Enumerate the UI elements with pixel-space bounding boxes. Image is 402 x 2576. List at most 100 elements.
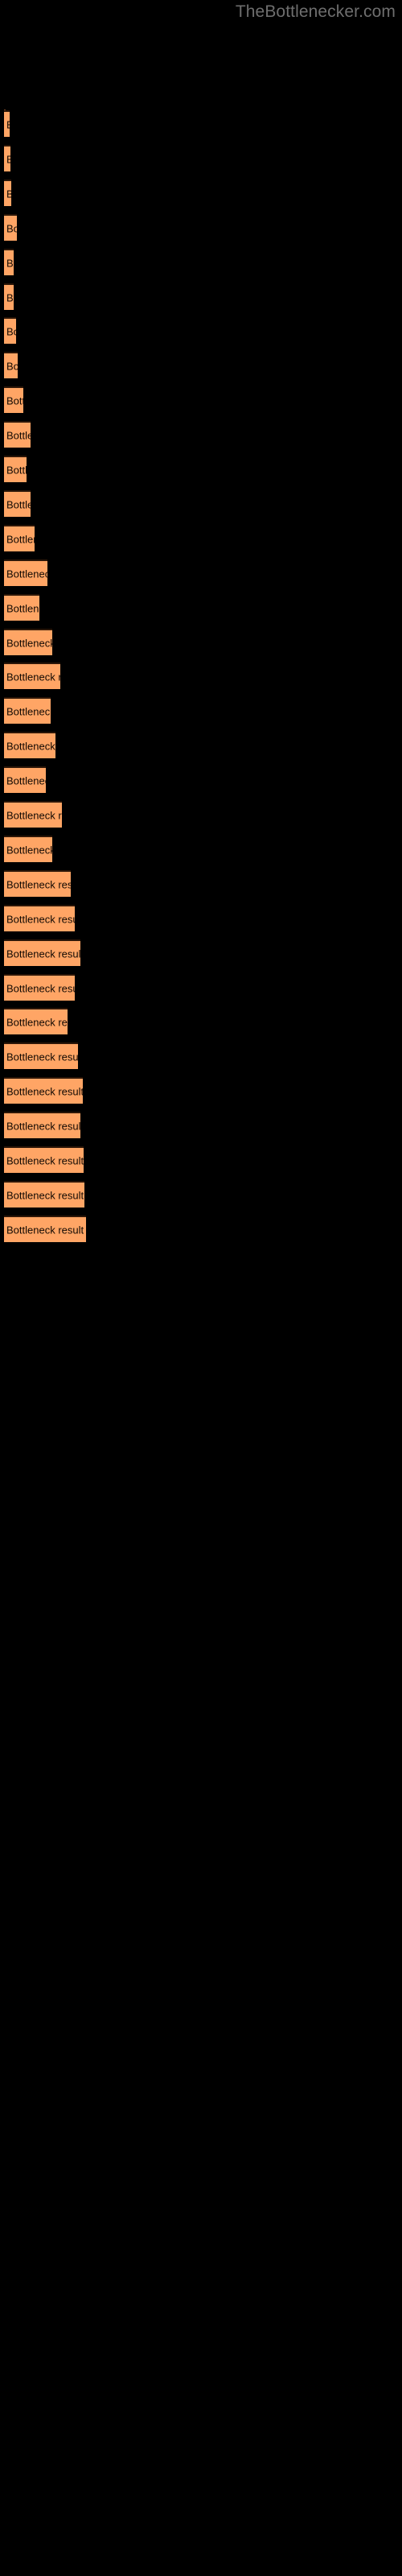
bar[interactable]: Bottleneck result bbox=[4, 559, 47, 586]
bar-label: Bottleneck result bbox=[6, 1189, 84, 1201]
bar[interactable]: Bottleneck result bbox=[4, 801, 62, 828]
bar-row: Bottleneck result bbox=[0, 525, 402, 551]
bar-row: Bottleneck result bbox=[0, 801, 402, 828]
bar-row: Bottleneck result bbox=[0, 180, 402, 206]
bar-row: Bottleneck result bbox=[0, 766, 402, 793]
bar-label: Bottleneck result bbox=[6, 257, 14, 269]
bar-label: Bottleneck result bbox=[6, 947, 80, 960]
bar[interactable]: Bottleneck result bbox=[4, 110, 10, 137]
bar[interactable]: Bottleneck result bbox=[4, 490, 31, 517]
bar[interactable]: Bottleneck result bbox=[4, 456, 27, 482]
bar-row: Bottleneck result bbox=[0, 629, 402, 655]
bar-row: Bottleneck result bbox=[0, 559, 402, 586]
bar[interactable]: Bottleneck result bbox=[4, 317, 16, 344]
bar-label: Bottleneck result bbox=[6, 1120, 80, 1132]
bar-label: Bottleneck result bbox=[6, 360, 18, 372]
bar[interactable]: Bottleneck result bbox=[4, 939, 80, 966]
bar-label: Bottleneck result bbox=[6, 809, 62, 821]
bar-label: Bottleneck result bbox=[6, 705, 51, 717]
bar[interactable]: Bottleneck result bbox=[4, 180, 11, 206]
bar-label: Bottleneck result bbox=[6, 740, 55, 752]
bar-row: Bottleneck result bbox=[0, 214, 402, 241]
bar[interactable]: Bottleneck result bbox=[4, 1181, 84, 1208]
bar-row: Bottleneck result bbox=[0, 110, 402, 137]
bar-label: Bottleneck result bbox=[6, 774, 46, 786]
bar-label: Bottleneck result bbox=[6, 1085, 83, 1097]
bar[interactable]: Bottleneck result bbox=[4, 870, 71, 897]
bar-row: Bottleneck result bbox=[0, 594, 402, 621]
bar-label: Bottleneck result bbox=[6, 982, 75, 994]
bar-row: Bottleneck result bbox=[0, 1042, 402, 1069]
bar-label: Bottleneck result bbox=[6, 671, 60, 683]
bar-row: Bottleneck result bbox=[0, 1181, 402, 1208]
bar-row: Bottleneck result bbox=[0, 836, 402, 862]
bar-row: Bottleneck result bbox=[0, 663, 402, 689]
bar-label: Bottleneck result bbox=[6, 498, 31, 510]
bar-label: Bottleneck result bbox=[6, 153, 10, 165]
bar[interactable]: Bottleneck result bbox=[4, 974, 75, 1001]
bar-label: Bottleneck result bbox=[6, 602, 39, 614]
bar[interactable]: Bottleneck result bbox=[4, 283, 14, 310]
bar-label: Bottleneck result bbox=[6, 637, 52, 649]
bottleneck-bar-chart: Bottleneck result Bottleneck result Bottle… bbox=[0, 0, 402, 2576]
bar-label: Bottleneck result bbox=[6, 1051, 78, 1063]
bar-label: Bottleneck result bbox=[6, 533, 35, 545]
bar-row: Bottleneck result bbox=[0, 1216, 402, 1242]
bar-row: Bottleneck result bbox=[0, 386, 402, 413]
bar[interactable]: Bottleneck result bbox=[4, 1042, 78, 1069]
bar[interactable]: Bottleneck result bbox=[4, 1112, 80, 1138]
bar-row: Bottleneck result bbox=[0, 974, 402, 1001]
bar-label: Bottleneck result bbox=[6, 222, 17, 234]
bar-row: Bottleneck result bbox=[0, 352, 402, 378]
bar-row: Bottleneck result bbox=[0, 697, 402, 724]
bar[interactable]: Bottleneck result bbox=[4, 836, 52, 862]
bar[interactable]: Bottleneck result bbox=[4, 525, 35, 551]
bar[interactable]: Bottleneck result bbox=[4, 697, 51, 724]
bar-label: Bottleneck result bbox=[6, 291, 14, 303]
bar[interactable]: Bottleneck result bbox=[4, 352, 18, 378]
bar-label: Bottleneck result bbox=[6, 325, 16, 337]
bar[interactable]: Bottleneck result bbox=[4, 214, 17, 241]
bar[interactable]: Bottleneck result bbox=[4, 249, 14, 275]
bar-label: Bottleneck result bbox=[6, 188, 11, 200]
bar-label: Bottleneck result bbox=[6, 1224, 84, 1236]
bar-label: Bottleneck result bbox=[6, 464, 27, 476]
bar-label: Bottleneck result bbox=[6, 568, 47, 580]
page-root: TheBottlenecker.com Bottleneck resultBot… bbox=[0, 0, 402, 2576]
bar[interactable]: Bottleneck result bbox=[4, 732, 55, 758]
bar[interactable]: Bottleneck result bbox=[4, 629, 52, 655]
bar-row: Bottleneck result bbox=[0, 732, 402, 758]
bar-row: Bottleneck result bbox=[0, 1112, 402, 1138]
bar[interactable]: Bottleneck result bbox=[4, 594, 39, 621]
bar[interactable]: Bottleneck result bbox=[4, 1216, 86, 1242]
bar-label: Bottleneck result bbox=[6, 118, 10, 130]
bar-label: Bottleneck result bbox=[6, 1154, 84, 1166]
bar-row: Bottleneck result bbox=[0, 490, 402, 517]
bar-row: Bottleneck result bbox=[0, 421, 402, 448]
bar-row: Bottleneck result bbox=[0, 317, 402, 344]
bar[interactable]: Bottleneck result bbox=[4, 386, 23, 413]
bar[interactable]: Bottleneck result bbox=[4, 766, 46, 793]
bar-label: Bottleneck result bbox=[6, 429, 31, 441]
bar-row: Bottleneck result bbox=[0, 456, 402, 482]
bar[interactable]: Bottleneck result bbox=[4, 1146, 84, 1173]
bar[interactable]: Bottleneck result bbox=[4, 1077, 83, 1104]
bar-row: Bottleneck result bbox=[0, 1008, 402, 1034]
bar[interactable]: Bottleneck result bbox=[4, 421, 31, 448]
bar-label: Bottleneck result bbox=[6, 913, 75, 925]
bar-row: Bottleneck result bbox=[0, 939, 402, 966]
bar-row: Bottleneck result bbox=[0, 249, 402, 275]
bar-label: Bottleneck result bbox=[6, 844, 52, 856]
bar-row: Bottleneck result bbox=[0, 870, 402, 897]
bar-label: Bottleneck result bbox=[6, 1016, 68, 1028]
bar[interactable]: Bottleneck result bbox=[4, 905, 75, 931]
bar-row: Bottleneck result bbox=[0, 145, 402, 171]
bar-row: Bottleneck result bbox=[0, 1146, 402, 1173]
bar-row: Bottleneck result bbox=[0, 905, 402, 931]
bar-row: Bottleneck result bbox=[0, 283, 402, 310]
bar-label: Bottleneck result bbox=[6, 878, 71, 890]
bar[interactable]: Bottleneck result bbox=[4, 1008, 68, 1034]
bar[interactable]: Bottleneck result bbox=[4, 663, 60, 689]
bar-row: Bottleneck result bbox=[0, 1077, 402, 1104]
bar[interactable]: Bottleneck result bbox=[4, 145, 10, 171]
